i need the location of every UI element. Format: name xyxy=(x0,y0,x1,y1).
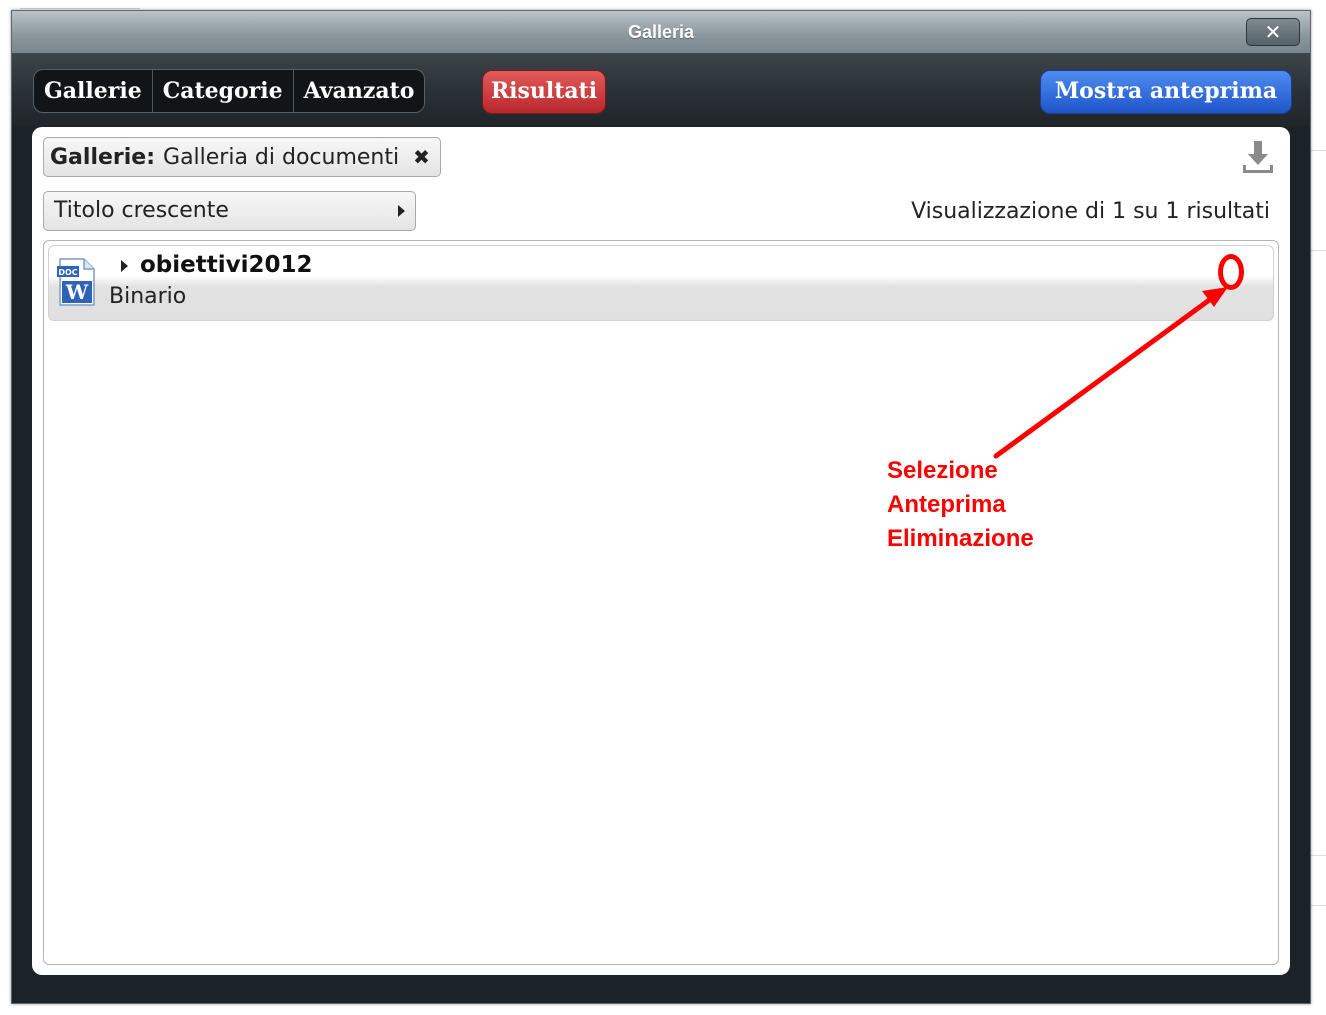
file-type: Binario xyxy=(109,284,187,309)
results-panel: Gallerie: Galleria di documenti ✖ Titolo… xyxy=(32,127,1290,975)
annotation-line: Anteprima xyxy=(887,491,1006,518)
word-document-icon: DOC W xyxy=(57,258,95,306)
download-icon[interactable] xyxy=(1240,139,1276,175)
svg-text:DOC: DOC xyxy=(58,268,77,277)
dialog-title: Galleria xyxy=(627,22,695,42)
tab-gallerie[interactable]: Gallerie xyxy=(34,70,153,112)
tab-categorie[interactable]: Categorie xyxy=(153,70,294,112)
annotation-label: Selezione Anteprima Eliminazione xyxy=(887,454,1034,556)
svg-text:W: W xyxy=(65,280,89,304)
dialog-titlebar[interactable]: Galleria ✕ xyxy=(12,11,1310,54)
gallery-dialog: Galleria ✕ Gallerie Categorie Avanzato R… xyxy=(11,10,1311,1004)
tab-avanzato[interactable]: Avanzato xyxy=(294,70,425,112)
select-preview-delete-toggle[interactable] xyxy=(1218,254,1244,290)
results-count: Visualizzazione di 1 su 1 risultati xyxy=(911,199,1270,224)
results-button[interactable]: Risultati xyxy=(482,70,606,114)
chevron-right-icon xyxy=(398,205,405,217)
sort-order-select[interactable]: Titolo crescente xyxy=(43,191,416,231)
results-list: DOC W obiettivi2012 Binario xyxy=(43,240,1279,965)
gallery-filter-tag: Gallerie: Galleria di documenti ✖ xyxy=(43,137,441,177)
annotation-line: Selezione xyxy=(887,457,998,484)
annotation-line: Eliminazione xyxy=(887,525,1034,552)
filter-label: Gallerie: xyxy=(50,144,156,170)
expand-caret-icon[interactable] xyxy=(121,260,128,272)
show-preview-button[interactable]: Mostra anteprima xyxy=(1040,70,1292,114)
dialog-toolbar: Gallerie Categorie Avanzato Risultati Mo… xyxy=(12,54,1310,126)
filter-value: Galleria di documenti xyxy=(163,144,400,170)
remove-filter-icon[interactable]: ✖ xyxy=(413,145,430,169)
sort-order-value: Titolo crescente xyxy=(54,198,229,223)
list-item[interactable]: DOC W obiettivi2012 Binario xyxy=(48,245,1274,321)
background-divider xyxy=(20,0,140,9)
close-button[interactable]: ✕ xyxy=(1246,18,1300,46)
search-mode-tabs: Gallerie Categorie Avanzato xyxy=(33,69,426,113)
file-name[interactable]: obiettivi2012 xyxy=(140,252,313,278)
